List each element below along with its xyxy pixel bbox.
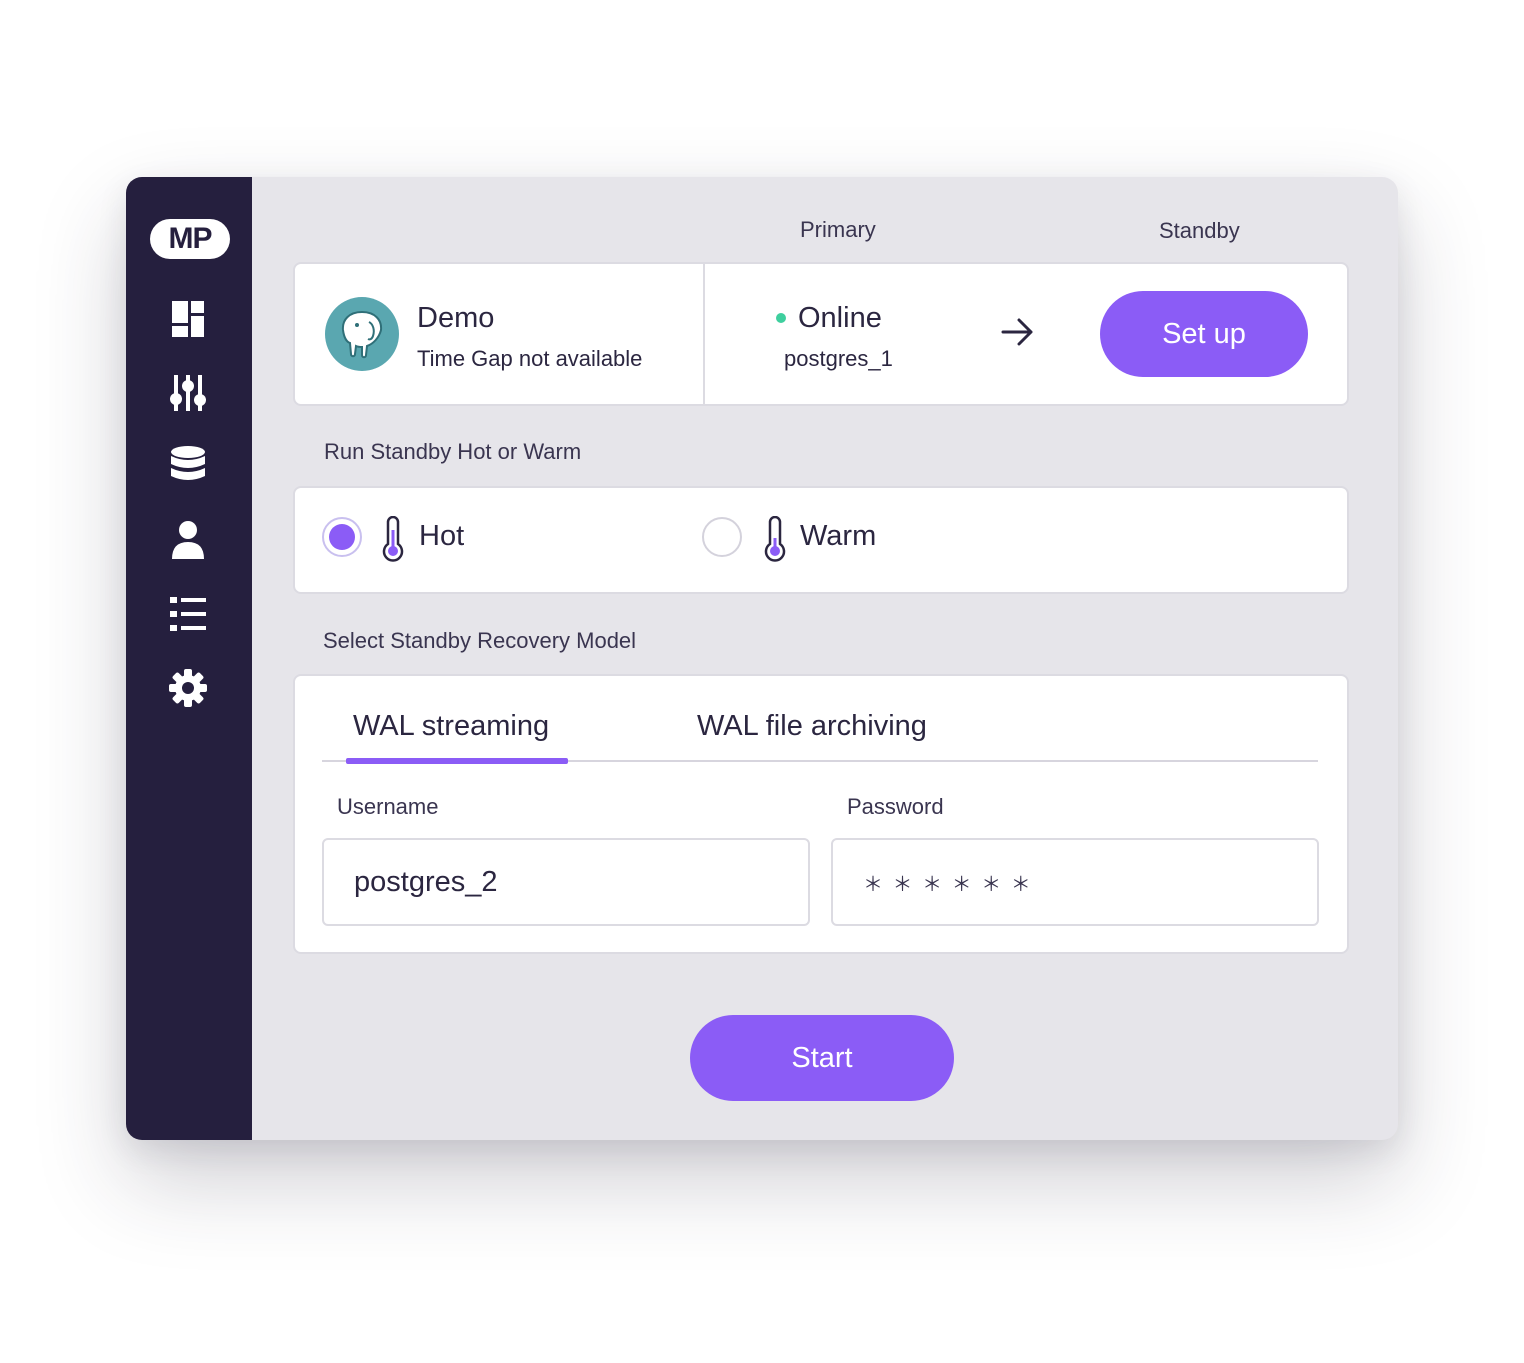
sidebar: MP <box>126 177 252 1140</box>
user-icon[interactable] <box>164 516 212 564</box>
standby-column-label: Standby <box>1159 218 1240 243</box>
app-window: MP Primary Standby Demo Time Gap not ava… <box>126 177 1398 1140</box>
instance-name: Demo <box>417 302 495 334</box>
dashboard-icon[interactable] <box>164 295 212 343</box>
database-icon[interactable] <box>164 442 212 490</box>
active-tab-indicator <box>346 758 568 764</box>
app-logo: MP <box>150 219 230 259</box>
username-label: Username <box>337 794 439 819</box>
main-content: Primary Standby Demo Time Gap not availa… <box>252 177 1398 1140</box>
primary-host: postgres_1 <box>784 346 893 371</box>
mode-section-label: Run Standby Hot or Warm <box>324 439 582 464</box>
start-button[interactable]: Start <box>690 1015 954 1101</box>
recovery-card: WAL streaming WAL file archiving Usernam… <box>293 674 1349 954</box>
hot-label: Hot <box>419 520 465 552</box>
postgres-elephant-icon <box>325 297 399 371</box>
time-gap-text: Time Gap not available <box>417 346 643 371</box>
instance-card: Demo Time Gap not available Online postg… <box>293 262 1349 406</box>
password-label: Password <box>847 794 944 819</box>
warm-radio[interactable] <box>702 517 742 557</box>
sliders-icon[interactable] <box>164 369 212 417</box>
arrow-right-icon <box>1001 317 1035 352</box>
tab-wal-streaming[interactable]: WAL streaming <box>353 710 549 743</box>
gear-icon[interactable] <box>164 664 212 712</box>
radio-selected-dot <box>329 524 355 550</box>
recovery-section-label: Select Standby Recovery Model <box>323 628 637 653</box>
thermometer-icon <box>763 515 787 567</box>
card-divider <box>703 264 705 404</box>
warm-label: Warm <box>800 520 877 552</box>
thermometer-icon <box>381 515 405 567</box>
status-dot <box>776 313 786 323</box>
status-text: Online <box>798 302 882 334</box>
tab-wal-file-archiving[interactable]: WAL file archiving <box>697 710 927 743</box>
username-input[interactable]: postgres_2 <box>322 838 810 926</box>
hot-radio[interactable] <box>322 517 362 557</box>
primary-column-label: Primary <box>800 217 876 242</box>
password-input[interactable]: ＊ ＊ ＊ ＊ ＊ ＊ <box>831 838 1319 926</box>
list-icon[interactable] <box>164 590 212 638</box>
mode-card: Hot Warm <box>293 486 1349 594</box>
setup-button[interactable]: Set up <box>1100 291 1308 377</box>
